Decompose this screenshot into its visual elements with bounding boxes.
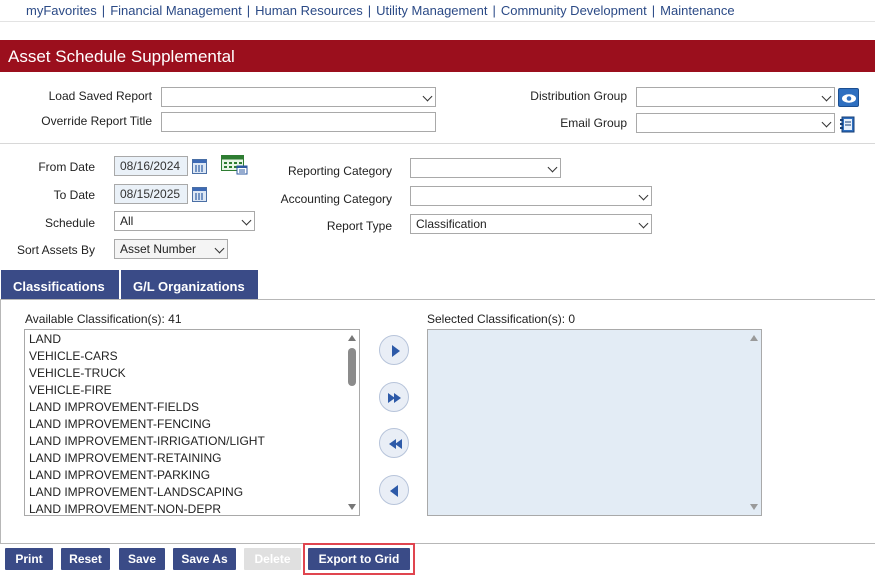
nav-financial-management[interactable]: Financial Management (110, 3, 242, 18)
chevron-down-icon (821, 91, 832, 102)
move-all-right-button[interactable] (379, 382, 409, 412)
email-group-label: Email Group (560, 116, 627, 130)
double-arrow-right-icon (388, 393, 401, 403)
list-item[interactable]: VEHICLE-CARS (25, 348, 359, 365)
list-item[interactable]: LAND IMPROVEMENT-FENCING (25, 416, 359, 433)
nav-separator: | (246, 3, 251, 18)
print-button[interactable]: Print (5, 548, 53, 570)
scroll-down-icon[interactable] (750, 504, 758, 510)
save-button[interactable]: Save (119, 548, 165, 570)
scrollbar[interactable] (747, 330, 761, 515)
nav-utility-management[interactable]: Utility Management (376, 3, 487, 18)
top-navigation: myFavorites | Financial Management | Human R… (0, 0, 875, 22)
nav-separator: | (367, 3, 372, 18)
email-group-select[interactable] (636, 113, 835, 133)
export-highlight-box (303, 543, 415, 575)
schedule-label: Schedule (44, 216, 95, 230)
scroll-down-icon[interactable] (348, 504, 356, 510)
list-item[interactable]: LAND IMPROVEMENT-FIELDS (25, 399, 359, 416)
selected-classifications-label: Selected Classification(s): 0 (427, 312, 576, 326)
chevron-down-icon (638, 218, 649, 229)
reset-button[interactable]: Reset (61, 548, 110, 570)
scrollbar-thumb[interactable] (348, 348, 356, 386)
from-date-input[interactable]: 08/16/2024 (114, 156, 188, 176)
chevron-down-icon (422, 91, 433, 102)
report-type-label: Report Type (326, 219, 392, 233)
distribution-group-select[interactable] (636, 87, 835, 107)
accounting-category-label: Accounting Category (280, 192, 392, 206)
from-date-label: From Date (38, 160, 95, 174)
list-item[interactable]: LAND IMPROVEMENT-NON-DEPR (25, 501, 359, 515)
arrow-left-icon (390, 485, 398, 497)
nav-community-development[interactable]: Community Development (501, 3, 647, 18)
load-saved-report-select[interactable] (161, 87, 436, 107)
scroll-up-icon[interactable] (750, 335, 758, 341)
report-type-value: Classification (416, 217, 487, 231)
list-item[interactable]: LAND IMPROVEMENT-RETAINING (25, 450, 359, 467)
list-item[interactable]: VEHICLE-TRUCK (25, 365, 359, 382)
to-date-input[interactable]: 08/15/2025 (114, 184, 188, 204)
nav-myfavorites[interactable]: myFavorites (26, 3, 97, 18)
list-item[interactable]: LAND IMPROVEMENT-IRRIGATION/LIGHT (25, 433, 359, 450)
double-arrow-left-icon (389, 439, 402, 449)
list-item[interactable]: LAND (25, 331, 359, 348)
override-report-title-input[interactable] (161, 112, 436, 132)
list-item[interactable]: LAND IMPROVEMENT-LANDSCAPING (25, 484, 359, 501)
page-title: Asset Schedule Supplemental (8, 47, 235, 66)
arrow-right-icon (392, 345, 400, 357)
tab-gl-organizations[interactable]: G/L Organizations (121, 270, 258, 300)
nav-links: myFavorites | Financial Management | Human R… (26, 3, 735, 18)
chevron-down-icon (214, 243, 225, 254)
chevron-down-icon (547, 162, 558, 173)
calendar-icon[interactable] (192, 187, 207, 202)
schedule-select[interactable]: All (114, 211, 255, 231)
list-item[interactable]: LAND IMPROVEMENT-PARKING (25, 467, 359, 484)
scrollbar[interactable] (345, 330, 359, 515)
distribution-group-label: Distribution Group (530, 89, 627, 103)
chevron-down-icon (638, 190, 649, 201)
report-type-select[interactable]: Classification (410, 214, 652, 234)
reporting-category-label: Reporting Category (287, 164, 392, 178)
move-right-button[interactable] (379, 335, 409, 365)
delete-button[interactable]: Delete (244, 548, 301, 570)
list-item[interactable]: VEHICLE-FIRE (25, 382, 359, 399)
sort-assets-by-label: Sort Assets By (16, 243, 95, 257)
load-saved-report-label: Load Saved Report (48, 89, 152, 103)
nav-human-resources[interactable]: Human Resources (255, 3, 363, 18)
save-as-button[interactable]: Save As (173, 548, 236, 570)
section-divider (0, 143, 875, 144)
scroll-up-icon[interactable] (348, 335, 356, 341)
page-title-bar: Asset Schedule Supplemental (0, 40, 875, 72)
address-book-icon[interactable] (839, 116, 856, 133)
sort-assets-by-select[interactable]: Asset Number (114, 239, 228, 259)
override-report-title-label: Override Report Title (41, 114, 152, 128)
available-classifications-label: Available Classification(s): 41 (25, 312, 182, 326)
selected-classifications-list[interactable] (427, 329, 762, 516)
nav-separator: | (101, 3, 106, 18)
sort-assets-by-value: Asset Number (120, 242, 197, 256)
grid-calendar-icon[interactable] (221, 155, 248, 175)
to-date-label: To Date (53, 188, 95, 202)
calendar-icon[interactable] (192, 159, 207, 174)
accounting-category-select[interactable] (410, 186, 652, 206)
chevron-down-icon (241, 215, 252, 226)
chevron-down-icon (821, 117, 832, 128)
schedule-value: All (120, 214, 134, 228)
eye-icon[interactable] (838, 88, 859, 107)
move-all-left-button[interactable] (379, 428, 409, 458)
move-left-button[interactable] (379, 475, 409, 505)
nav-separator: | (651, 3, 656, 18)
nav-maintenance[interactable]: Maintenance (660, 3, 734, 18)
nav-separator: | (492, 3, 496, 18)
tab-classifications[interactable]: Classifications (1, 270, 119, 300)
available-classifications-list[interactable]: LAND VEHICLE-CARS VEHICLE-TRUCK VEHICLE-… (24, 329, 360, 516)
reporting-category-select[interactable] (410, 158, 561, 178)
